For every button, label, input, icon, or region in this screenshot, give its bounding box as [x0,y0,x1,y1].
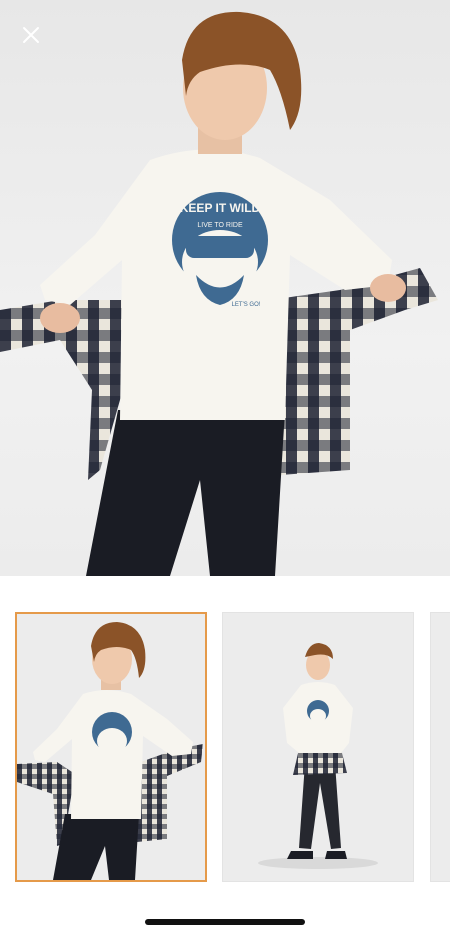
thumbnail-2-image [223,613,413,881]
close-icon [23,27,39,43]
print-tag-text: LET'S GO! [232,302,261,308]
thumbnail-3-image [431,613,450,881]
hero-illustration: KEEP IT WILD LIVE TO RIDE LET'S GO! [0,11,438,576]
product-main-image[interactable]: KEEP IT WILD LIVE TO RIDE LET'S GO! [0,0,450,576]
home-indicator[interactable] [145,919,305,925]
print-title-text: KEEP IT WILD [180,201,261,215]
thumbnail-1-image [17,614,205,880]
close-button[interactable] [22,26,56,60]
print-subtitle-text: LIVE TO RIDE [197,222,243,229]
thumbnail-3[interactable] [430,612,450,882]
thumbnail-1[interactable] [15,612,207,882]
thumbnail-2[interactable] [222,612,414,882]
